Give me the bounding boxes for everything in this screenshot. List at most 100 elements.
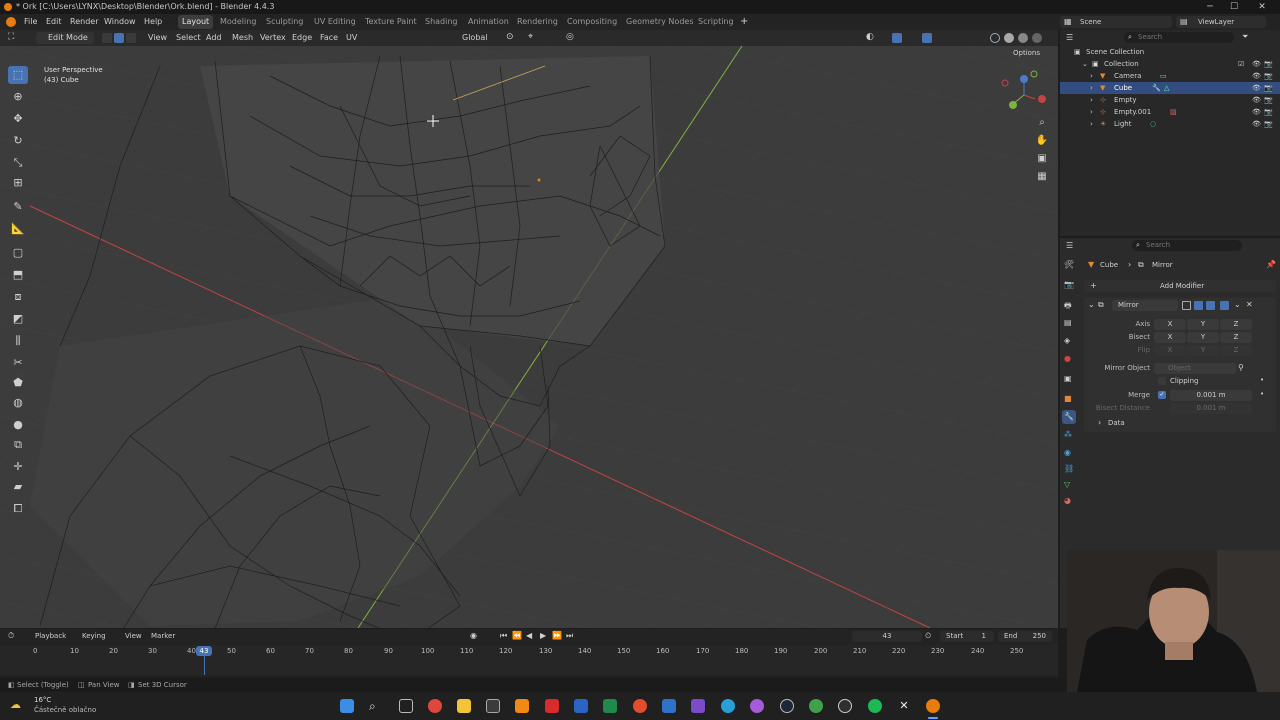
- camera-view-icon[interactable]: ▣: [1035, 152, 1049, 166]
- physics-tab-icon[interactable]: ◉: [1064, 448, 1071, 457]
- shading-rendered-icon[interactable]: [1032, 33, 1042, 43]
- blender-menu-icon[interactable]: [6, 17, 16, 27]
- filter-icon[interactable]: ⏷: [1242, 32, 1248, 42]
- data-subpanel-label[interactable]: Data: [1108, 419, 1125, 427]
- transform-icon[interactable]: ⊞: [8, 174, 28, 192]
- stopwatch-icon[interactable]: ⏲: [925, 631, 931, 641]
- viewport-toggle-icon[interactable]: [1206, 301, 1215, 310]
- auto-keying-icon[interactable]: ◉: [470, 631, 477, 640]
- overlay-toggle-icon[interactable]: ◐: [866, 32, 874, 42]
- outliner-row-collection[interactable]: ⌄ ▣ Collection ☑ 👁 📷: [1060, 58, 1280, 70]
- chrome-icon[interactable]: [428, 699, 442, 713]
- shrink-fatten-icon[interactable]: ✛: [8, 458, 28, 476]
- xray-toggle-icon[interactable]: [922, 33, 932, 43]
- measure-icon[interactable]: 📐: [8, 220, 28, 238]
- jump-keyframe-forward-icon[interactable]: ⏩: [552, 631, 562, 640]
- chrome-icon[interactable]: [809, 699, 823, 713]
- axis-y-toggle[interactable]: Y: [1187, 319, 1219, 330]
- outliner-row-camera[interactable]: › ▼ Camera ▭ 👁 📷: [1060, 70, 1280, 82]
- spin-icon[interactable]: ◍: [8, 394, 28, 412]
- hand-pan-icon[interactable]: ✋: [1035, 134, 1049, 148]
- tool-tab-icon[interactable]: 🛠: [1064, 260, 1074, 269]
- view-layer-tab-icon[interactable]: ▤: [1064, 318, 1072, 327]
- camera-icon[interactable]: 📷: [1264, 106, 1273, 118]
- playhead-marker[interactable]: 43: [196, 646, 212, 656]
- close-icon[interactable]: ✕: [1246, 300, 1253, 309]
- tab-layout[interactable]: Layout: [178, 15, 214, 29]
- outliner-row-scene-collection[interactable]: ▣ Scene Collection: [1060, 46, 1280, 58]
- data-tab-icon[interactable]: ▽: [1064, 480, 1070, 489]
- viewport-menu-vertex[interactable]: Vertex: [260, 32, 286, 44]
- eye-icon[interactable]: 👁: [1252, 118, 1261, 130]
- shear-icon[interactable]: ▰: [8, 478, 28, 496]
- scene-selector[interactable]: ▦ Scene: [1060, 16, 1172, 28]
- object-tab-icon[interactable]: ■: [1064, 394, 1072, 403]
- axis-x-toggle[interactable]: X: [1154, 319, 1186, 330]
- start-frame-field[interactable]: Start 1: [940, 631, 994, 642]
- frame-ruler[interactable]: 0 10 20 30 40 43 50 60 70 80 90 100 110 …: [0, 645, 1058, 675]
- add-modifier-button[interactable]: + Add Modifier: [1084, 280, 1276, 292]
- viewport-canvas[interactable]: [0, 46, 1058, 628]
- tab-compositing[interactable]: Compositing: [563, 15, 621, 29]
- editor-type-icon[interactable]: ⛶: [8, 32, 14, 42]
- edge-slide-icon[interactable]: ⧉: [8, 436, 28, 454]
- zoom-icon[interactable]: ⌕: [1035, 116, 1049, 130]
- edge-icon[interactable]: [721, 699, 735, 713]
- bisect-distance-field[interactable]: 0.001 m: [1170, 403, 1252, 414]
- chevron-right-icon[interactable]: ›: [1090, 70, 1093, 82]
- render-toggle-icon[interactable]: [1220, 301, 1229, 310]
- messenger-icon[interactable]: [750, 699, 764, 713]
- axis-z-toggle[interactable]: Z: [1220, 319, 1252, 330]
- smooth-icon[interactable]: ●: [8, 416, 28, 434]
- gizmo-toggle-icon[interactable]: [892, 33, 902, 43]
- viewport-menu-edge[interactable]: Edge: [292, 32, 312, 44]
- clipping-checkbox[interactable]: [1158, 377, 1166, 385]
- bevel-icon[interactable]: ◩: [8, 310, 28, 328]
- snap-icon[interactable]: ⌖: [528, 32, 533, 42]
- viewport-menu-uv[interactable]: UV: [346, 32, 357, 44]
- app-blue-icon[interactable]: [662, 699, 676, 713]
- expand-icon[interactable]: ⌄: [1082, 58, 1088, 70]
- chevron-right-icon[interactable]: ›: [1090, 106, 1093, 118]
- properties-editor-icon[interactable]: ☰: [1066, 241, 1073, 250]
- vlc-icon[interactable]: [515, 699, 529, 713]
- obs-icon[interactable]: [838, 699, 852, 713]
- pin-icon[interactable]: 📌: [1266, 260, 1276, 269]
- play-icon[interactable]: ▶: [540, 631, 546, 640]
- menu-help[interactable]: Help: [144, 14, 162, 30]
- camera-icon[interactable]: 📷: [1264, 58, 1273, 70]
- outliner-search-field[interactable]: ⌕ Search: [1124, 32, 1234, 43]
- transform-orientation-dropdown[interactable]: Global: [448, 32, 498, 44]
- particles-tab-icon[interactable]: ⁂: [1064, 430, 1072, 439]
- tab-scripting[interactable]: Scripting: [694, 15, 738, 29]
- outliner-row-cube[interactable]: › ▼ Cube 🔧 △ 👁 📷: [1060, 82, 1280, 94]
- tab-animation[interactable]: Animation: [464, 15, 513, 29]
- word-icon[interactable]: [574, 699, 588, 713]
- timeline-editor-icon[interactable]: ⏱: [8, 631, 14, 641]
- viewport-menu-add[interactable]: Add: [206, 32, 222, 44]
- modifier-tab-icon[interactable]: 🔧: [1062, 410, 1076, 424]
- visual-studio-icon[interactable]: [691, 699, 705, 713]
- mode-selector[interactable]: Edit Mode: [36, 32, 94, 44]
- data-subpanel-chevron-icon[interactable]: ›: [1098, 418, 1101, 427]
- viewport-menu-view[interactable]: View: [148, 32, 167, 44]
- face-select-icon[interactable]: [126, 33, 136, 43]
- pivot-point-icon[interactable]: ⊙: [506, 32, 514, 42]
- acrobat-icon[interactable]: [545, 699, 559, 713]
- annotate-icon[interactable]: ✎: [8, 198, 28, 216]
- menu-window[interactable]: Window: [104, 14, 136, 30]
- app-red-icon[interactable]: [633, 699, 647, 713]
- extrude-icon[interactable]: ⬒: [8, 266, 28, 284]
- tab-texture-paint[interactable]: Texture Paint: [361, 15, 421, 29]
- camera-icon[interactable]: 📷: [1264, 94, 1273, 106]
- edit-mode-toggle-icon[interactable]: [1182, 301, 1191, 310]
- bisect-y-toggle[interactable]: Y: [1187, 332, 1219, 343]
- flip-z-toggle[interactable]: Z: [1220, 345, 1252, 356]
- material-tab-icon[interactable]: ◕: [1064, 496, 1071, 505]
- file-explorer-icon[interactable]: [457, 699, 471, 713]
- tab-shading[interactable]: Shading: [421, 15, 462, 29]
- tab-modeling[interactable]: Modeling: [216, 15, 260, 29]
- rotate-icon[interactable]: ↻: [8, 132, 28, 150]
- checkbox-icon[interactable]: ☑: [1238, 58, 1244, 70]
- 3d-viewport[interactable]: User Perspective (43) Cube Options ⌕ ✋ ▣…: [0, 46, 1058, 628]
